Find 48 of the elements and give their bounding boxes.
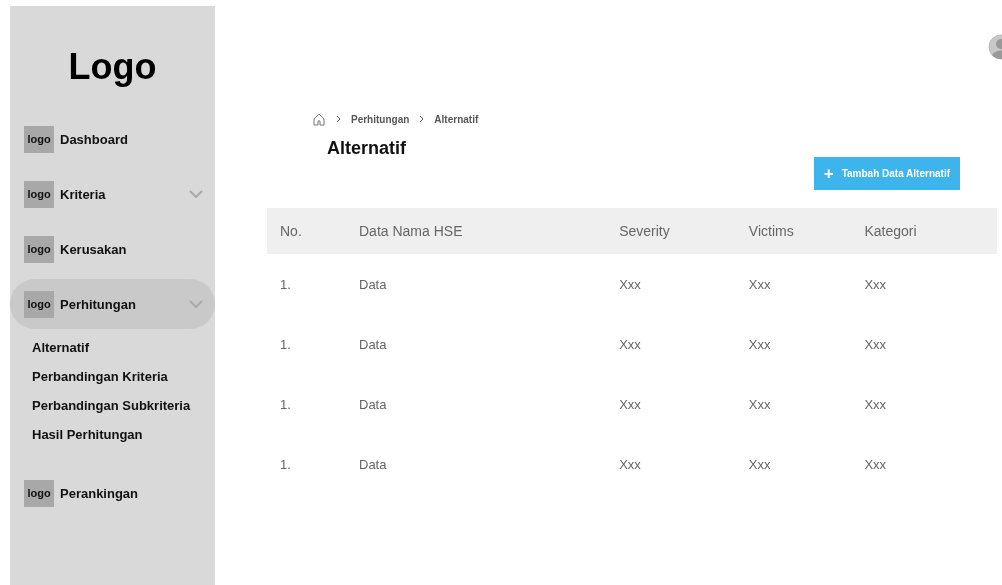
table-cell-text: Xxx — [863, 335, 888, 354]
page-title: Alternatif — [327, 138, 407, 159]
table-cell: Data — [358, 254, 619, 314]
table-cell-text: Xxx — [747, 335, 772, 354]
chevron-down-icon — [189, 190, 203, 198]
sidebar-item[interactable]: logo Kriteria — [10, 169, 215, 219]
sidebar-item[interactable]: logo Dashboard — [10, 114, 215, 164]
submenu-item[interactable]: Perbandingan Subkriteria — [32, 398, 191, 413]
logo-text: Logo — [67, 46, 158, 88]
sidebar-item[interactable]: logo Perankingan — [10, 468, 215, 518]
table-cell-text: Xxx — [618, 395, 642, 414]
table-cell-text: 1. — [279, 455, 292, 474]
table-cell-text: Data — [358, 335, 388, 354]
column-header: Victims — [747, 208, 864, 254]
breadcrumb-link[interactable]: Perhitungan — [351, 113, 410, 125]
chevron-right-icon — [336, 115, 341, 123]
chevron-right-icon — [419, 115, 425, 123]
table-cell: Xxx — [618, 254, 748, 314]
table-cell-text: Xxx — [863, 455, 888, 474]
sidebar-item[interactable]: logo Perhitungan — [10, 279, 215, 329]
column-header: Kategori — [863, 208, 997, 254]
table-cell: Xxx — [747, 254, 864, 314]
logo-placeholder: logo — [24, 235, 54, 263]
column-header: No. — [267, 208, 358, 254]
table-cell-text: 1. — [279, 395, 292, 414]
chevron-down-icon — [189, 300, 203, 308]
column-header: Data Nama HSE — [358, 208, 619, 254]
table-cell-text: Data — [358, 395, 388, 414]
home-icon[interactable] — [312, 112, 326, 126]
table-cell-text: Xxx — [618, 455, 642, 474]
logo-placeholder: logo — [24, 180, 54, 208]
submenu-item[interactable]: Hasil Perhitungan — [32, 427, 143, 442]
logo-placeholder: logo — [24, 290, 54, 318]
table-cell-text: Xxx — [747, 455, 772, 474]
logo-placeholder: logo — [24, 125, 54, 153]
breadcrumb-link[interactable]: Alternatif — [434, 113, 479, 125]
table-cell: 1. — [267, 254, 358, 314]
table-cell-text: Xxx — [747, 395, 772, 414]
table-cell-text: Xxx — [863, 395, 888, 414]
submenu-item[interactable]: Alternatif — [32, 340, 90, 355]
logo-placeholder: logo — [24, 479, 54, 507]
table-cell-text: 1. — [279, 335, 292, 354]
sidebar-item[interactable]: logo Kerusakan — [10, 224, 215, 274]
table-cell-text: Data — [358, 455, 388, 474]
column-header: Severity — [618, 208, 748, 254]
submenu-item[interactable]: Perbandingan Kriteria — [32, 369, 168, 384]
table-cell: Xxx — [863, 254, 997, 314]
table-cell-text: Xxx — [618, 335, 642, 354]
